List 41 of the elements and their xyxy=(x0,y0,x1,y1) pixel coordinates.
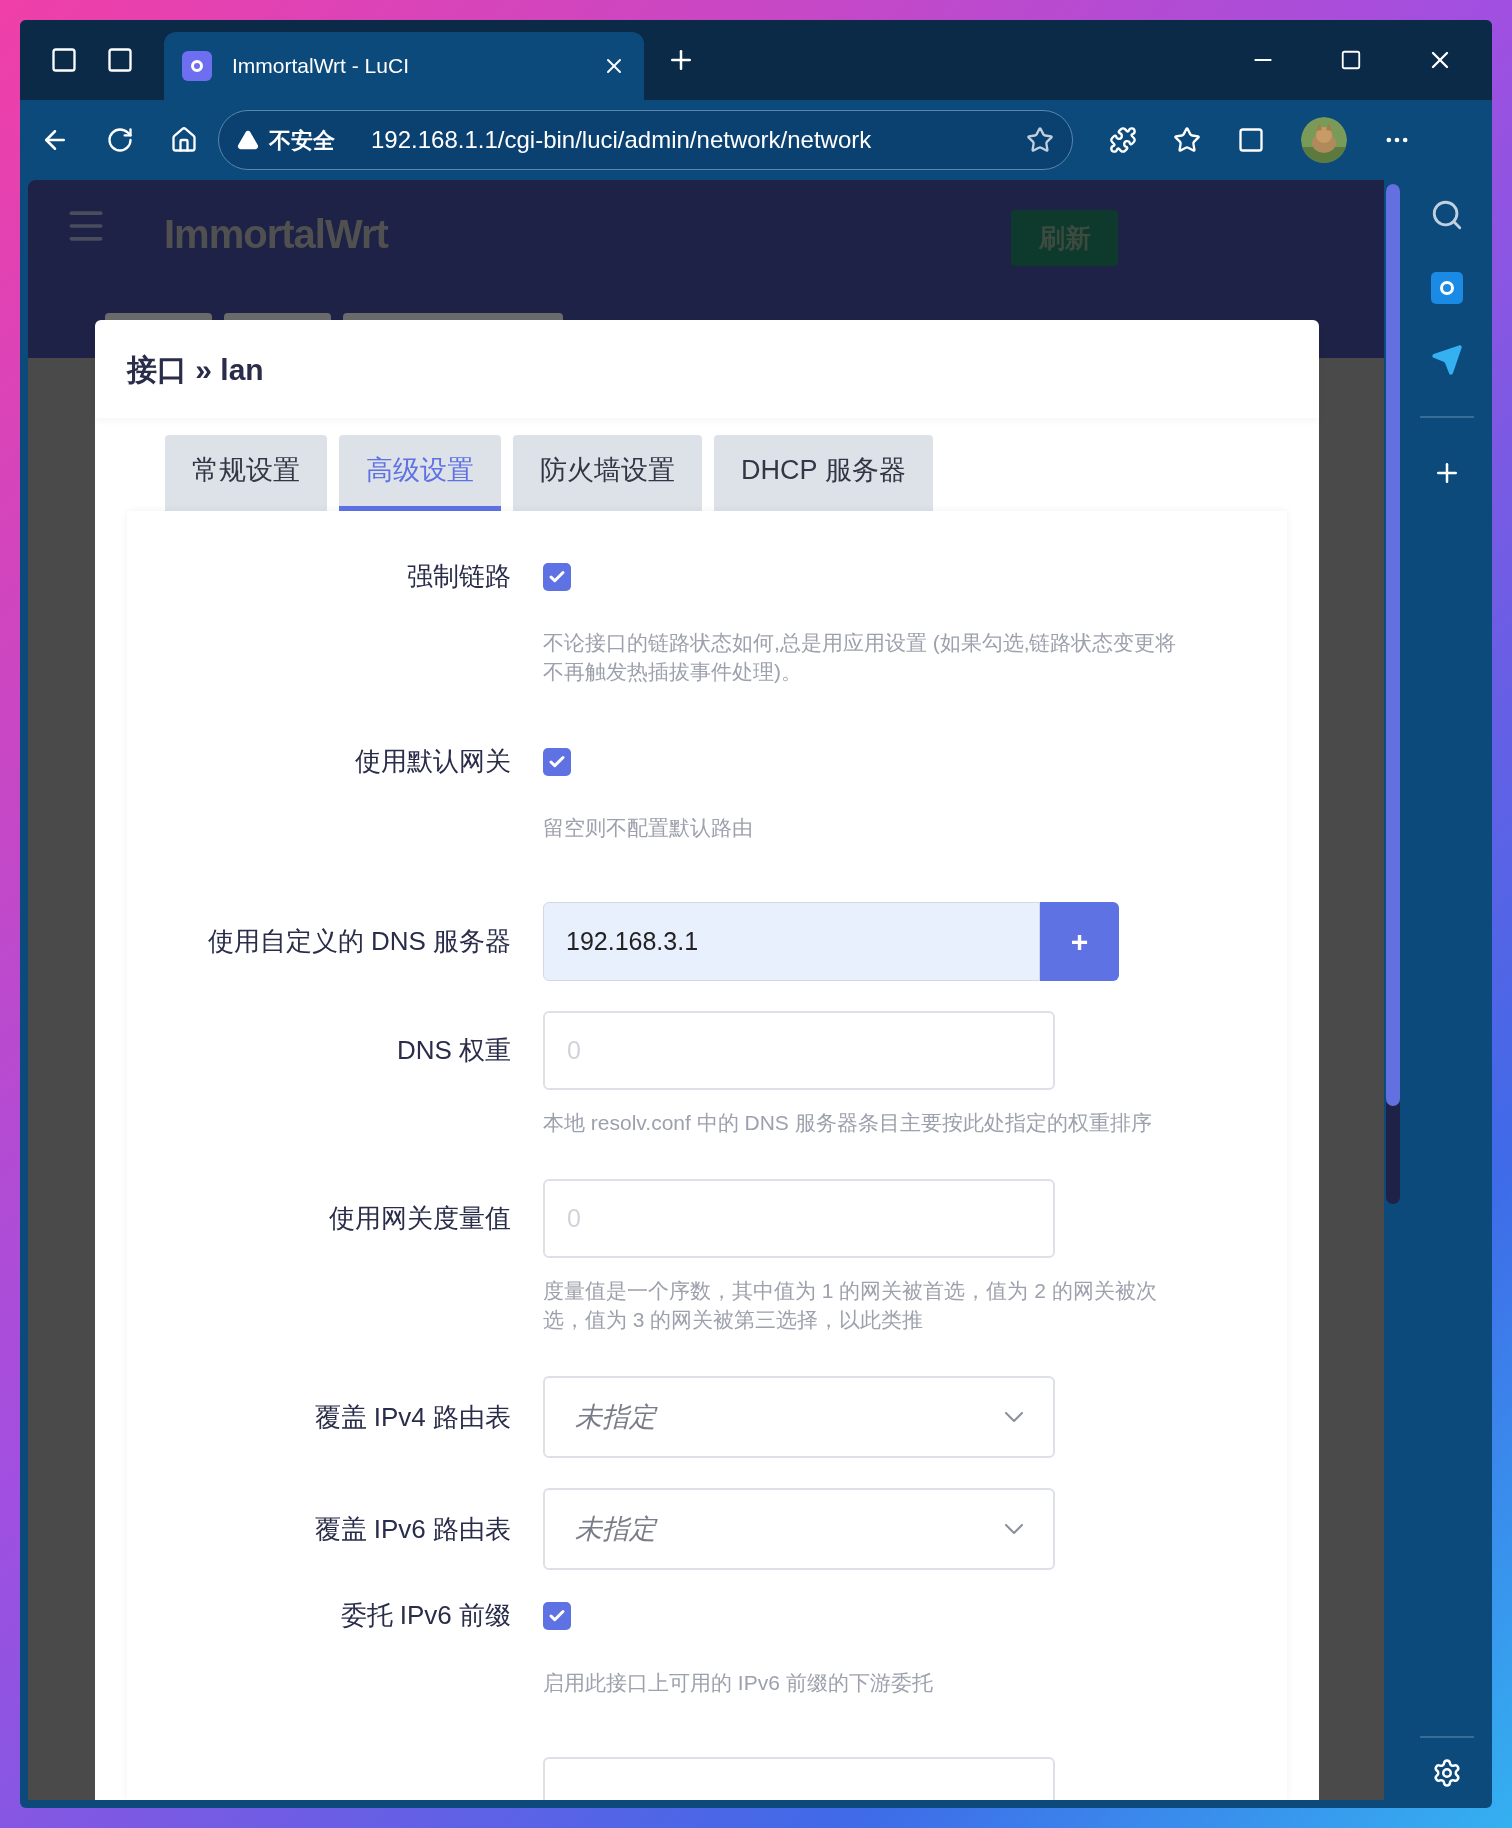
dns-server-field[interactable]: 192.168.3.1 xyxy=(543,902,1040,982)
reload-icon[interactable] xyxy=(106,126,134,154)
tab[interactable]: 常规设置 xyxy=(165,435,327,511)
field-label: 使用网关度量值 xyxy=(329,1203,511,1235)
dropdown[interactable]: 未指定 xyxy=(543,1376,1055,1459)
field-description: 本地 resolv.conf 中的 DNS 服务器条目主要按此处指定的权重排序 xyxy=(543,1110,1153,1137)
field-description: 留空则不配置默认路由 xyxy=(543,815,754,842)
checkbox[interactable] xyxy=(543,747,571,776)
home-icon[interactable] xyxy=(170,126,198,154)
checkbox[interactable] xyxy=(543,1601,571,1630)
field-label: 委托 IPv6 前缀 xyxy=(340,1600,511,1632)
search-icon[interactable] xyxy=(1430,198,1464,232)
field-label: DNS 权重 xyxy=(396,1035,511,1067)
field-label: 覆盖 IPv4 路由表 xyxy=(314,1401,511,1433)
chevron-down-icon xyxy=(1005,1412,1023,1423)
field-label: 覆盖 IPv6 路由表 xyxy=(314,1513,511,1545)
scrollbar[interactable] xyxy=(1386,184,1400,1204)
address-bar[interactable]: 不安全 192.168.1.1/cgi-bin/luci/admin/network/network xyxy=(218,110,1073,170)
dropdown[interactable]: 未指定 xyxy=(543,1488,1055,1571)
field-label: 强制链路 xyxy=(407,561,511,593)
dialog-title: 接口 » lan xyxy=(127,351,264,388)
favorites-icon[interactable] xyxy=(1173,126,1201,154)
tab[interactable]: DHCP 服务器 xyxy=(714,435,933,511)
field-description: 启用此接口上可用的 IPv6 前缀的下游委托 xyxy=(543,1669,934,1696)
maximize-icon[interactable] xyxy=(1340,49,1362,71)
checkbox[interactable] xyxy=(543,562,571,591)
chevron-down-icon xyxy=(1005,1524,1023,1535)
field-label: 使用自定义的 DNS 服务器 xyxy=(207,926,511,958)
extensions-icon[interactable] xyxy=(1109,126,1137,154)
site-icon xyxy=(182,51,212,81)
outlook-icon[interactable] xyxy=(1431,272,1463,304)
field-label: 使用默认网关 xyxy=(355,746,511,778)
field-description: 不论接口的链路状态如何,总是用应用设置 (如果勾选,链路状态变更将不再触发热插拔事件处理)。 xyxy=(543,630,1178,686)
browser-tab[interactable]: ImmortalWrt - LuCI xyxy=(164,32,644,100)
settings-icon[interactable] xyxy=(1432,1758,1462,1788)
add-button[interactable]: + xyxy=(1040,902,1119,982)
favorite-icon[interactable] xyxy=(1026,126,1054,154)
send-icon[interactable] xyxy=(1431,344,1463,376)
warning-icon xyxy=(237,129,259,151)
field-description: 度量值是一个序数，其中值为 1 的网关被首选，值为 2 的网关被次选，值为 3 的网关被第三选择，以此类推 xyxy=(543,1278,1158,1334)
tab[interactable]: 防火墙设置 xyxy=(513,435,702,511)
